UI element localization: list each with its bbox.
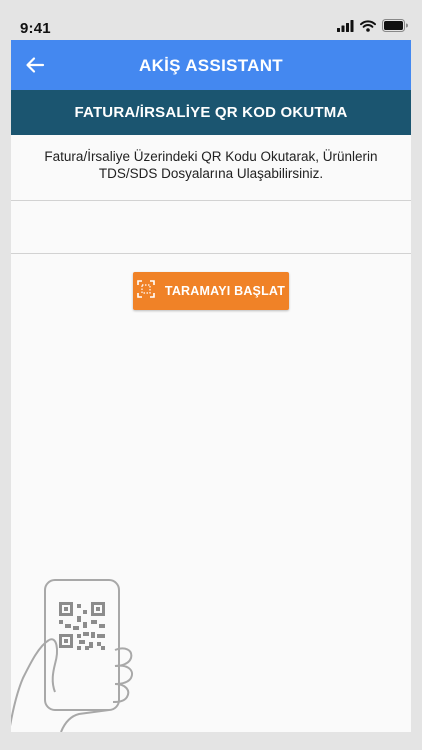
section-title: FATURA/İRSALİYE QR KOD OKUTMA (74, 104, 348, 121)
start-scan-label: TARAMAYI BAŞLAT (164, 284, 286, 298)
wifi-icon (360, 19, 376, 37)
status-icons (337, 19, 408, 37)
hand-holding-phone-qr-icon (11, 570, 141, 732)
section-header: FATURA/İRSALİYE QR KOD OKUTMA (11, 90, 411, 135)
divider-bottom (11, 253, 411, 254)
start-scan-button[interactable]: TARAMAYI BAŞLAT (133, 272, 289, 310)
app-title: AKİŞ ASSISTANT (139, 56, 283, 75)
instruction-line-2: TDS/SDS Dosyalarına Ulaşabilirsiniz. (98, 166, 324, 181)
battery-icon (382, 19, 408, 37)
app-screen: AKİŞ ASSISTANT FATURA/İRSALİYE QR KOD OK… (11, 40, 411, 732)
status-bar: 9:41 (0, 0, 422, 40)
instruction-text: Fatura/İrsaliye Üzerindeki QR Kodu Okuta… (21, 148, 401, 182)
app-bar: AKİŞ ASSISTANT (11, 40, 411, 90)
scan-frame-icon (137, 279, 155, 303)
scan-result-area (11, 201, 411, 253)
instruction-line-1: Fatura/İrsaliye Üzerindeki QR Kodu Okuta… (44, 149, 378, 164)
cellular-signal-icon (337, 19, 354, 37)
status-time: 9:41 (20, 20, 51, 37)
